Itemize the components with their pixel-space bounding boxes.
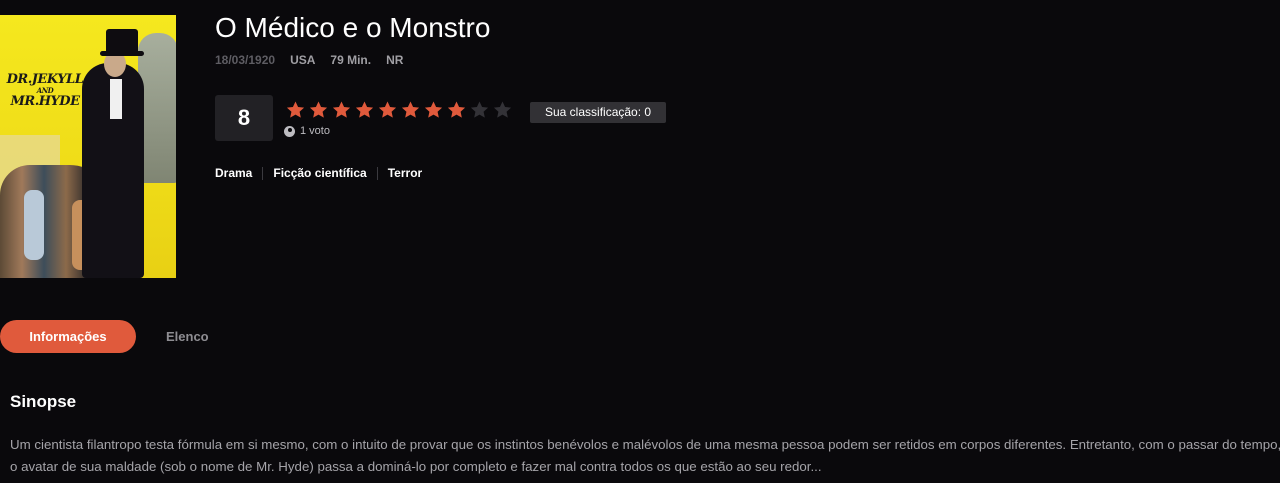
tab-bar: Informações Elenco (0, 320, 209, 353)
poster-child (24, 190, 44, 260)
synopsis-heading: Sinopse (10, 392, 77, 411)
star-filled-icon[interactable] (330, 100, 353, 120)
genre-link[interactable]: Ficção científica (262, 167, 376, 180)
country: USA (290, 53, 316, 67)
poster-title: DR.JEKYLL AND MR.HYDE (6, 73, 84, 109)
tab-elenco[interactable]: Elenco (166, 329, 209, 344)
release-date: 18/03/1920 (215, 53, 276, 67)
poster-title-line2: MR.HYDE (10, 94, 80, 109)
star-rating[interactable] (284, 100, 514, 120)
vote-count-label: 1 voto (300, 125, 330, 137)
movie-title: O Médico e o Monstro (215, 12, 491, 43)
duration: 79 Min. (330, 53, 372, 67)
poster-title-line1: DR.JEKYLL (6, 72, 84, 87)
movie-poster: DR.JEKYLL AND MR.HYDE (0, 15, 176, 278)
content-rating: NR (386, 53, 404, 67)
my-rating-badge: Sua classificação: 0 (530, 102, 667, 123)
tab-informacoes[interactable]: Informações (0, 320, 136, 353)
star-filled-icon[interactable] (307, 100, 330, 120)
star-empty-icon[interactable] (468, 100, 491, 120)
genre-list: Drama Ficção científica Terror (215, 167, 432, 180)
poster-shirt (110, 79, 122, 119)
synopsis-text: Um cientista filantropo testa fórmula em… (10, 437, 1280, 474)
user-icon (284, 125, 295, 137)
genre-link[interactable]: Terror (376, 167, 432, 180)
genre-link[interactable]: Drama (215, 167, 262, 180)
star-filled-icon[interactable] (376, 100, 399, 120)
star-filled-icon[interactable] (445, 100, 468, 120)
star-filled-icon[interactable] (399, 100, 422, 120)
star-filled-icon[interactable] (422, 100, 445, 120)
star-filled-icon[interactable] (353, 100, 376, 120)
star-filled-icon[interactable] (284, 100, 307, 120)
vote-count: 1 voto (284, 125, 330, 137)
score-box: 8 (215, 95, 273, 141)
star-empty-icon[interactable] (491, 100, 514, 120)
poster-hat-brim (100, 51, 144, 56)
movie-meta: 18/03/1920 USA 79 Min. NR (215, 53, 418, 67)
